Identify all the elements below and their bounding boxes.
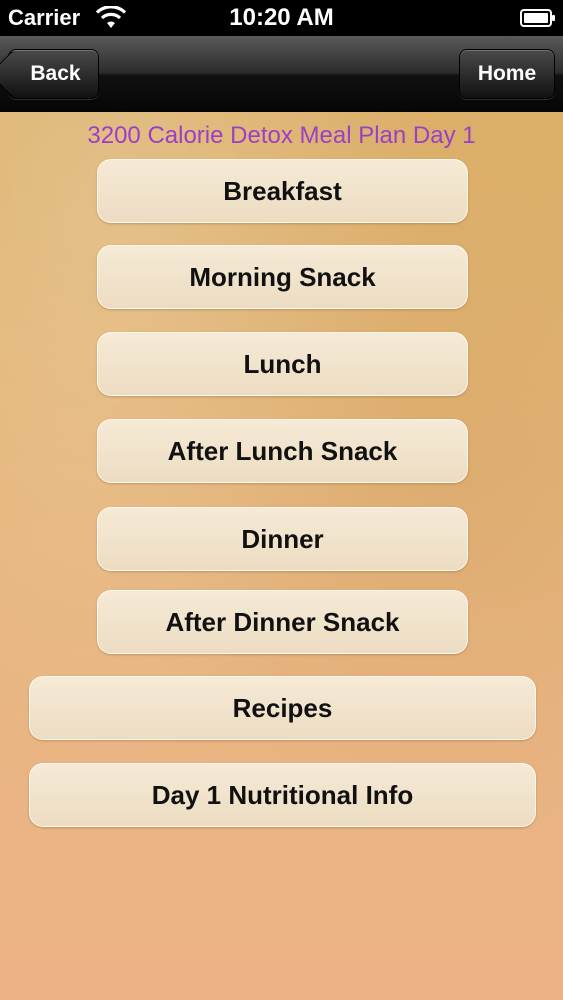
nutritional-info-label: Day 1 Nutritional Info xyxy=(151,779,414,810)
page-title: 3200 Calorie Detox Meal Plan Day 1 xyxy=(87,122,476,149)
home-button[interactable]: Home xyxy=(459,49,555,99)
breakfast-label: Breakfast xyxy=(223,175,342,206)
after-lunch-snack-button[interactable]: After Lunch Snack xyxy=(97,419,468,483)
recipes-label: Recipes xyxy=(232,692,333,723)
dinner-label: Dinner xyxy=(241,523,324,554)
after-dinner-snack-button[interactable]: After Dinner Snack xyxy=(97,590,468,654)
after-lunch-snack-label: After Lunch Snack xyxy=(167,435,398,466)
recipes-button[interactable]: Recipes xyxy=(29,676,536,740)
battery-icon xyxy=(520,9,555,27)
breakfast-button[interactable]: Breakfast xyxy=(97,159,468,223)
lunch-button[interactable]: Lunch xyxy=(97,332,468,396)
status-time: 10:20 AM xyxy=(229,4,334,31)
home-button-label: Home xyxy=(477,62,537,85)
nutritional-info-button[interactable]: Day 1 Nutritional Info xyxy=(29,763,536,827)
back-button[interactable]: Back xyxy=(8,49,99,99)
back-button-label: Back xyxy=(30,62,81,85)
dinner-button[interactable]: Dinner xyxy=(97,507,468,571)
meal-plan-content: 3200 Calorie Detox Meal Plan Day 1 Break… xyxy=(0,112,563,1000)
after-dinner-snack-label: After Dinner Snack xyxy=(165,606,400,637)
lunch-label: Lunch xyxy=(243,348,322,379)
navigation-bar: Back Home xyxy=(0,36,563,113)
morning-snack-button[interactable]: Morning Snack xyxy=(97,245,468,309)
status-bar: Carrier 10:20 AM xyxy=(0,0,563,36)
morning-snack-label: Morning Snack xyxy=(189,261,376,292)
